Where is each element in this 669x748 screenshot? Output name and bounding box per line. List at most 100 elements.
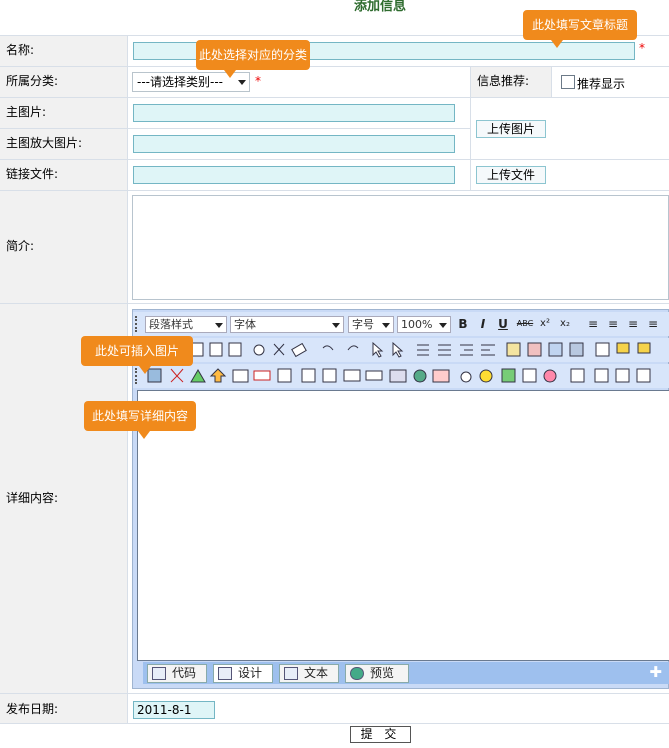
- subscript-icon[interactable]: x₂: [557, 316, 573, 332]
- name-label: 名称:: [6, 43, 35, 57]
- select-icon: [392, 341, 404, 358]
- tab-code-label: 代码: [172, 666, 197, 680]
- undo-icon: [322, 345, 334, 351]
- globe-icon: [350, 667, 364, 680]
- insert-textbox-icon: [253, 370, 271, 381]
- tooltip-arrow-icon: [138, 431, 150, 439]
- find-icon: [253, 344, 265, 356]
- detail-label: 详细内容:: [6, 491, 59, 505]
- tab-preview-label: 预览: [370, 666, 395, 680]
- recommend-label: 信息推荐:: [477, 74, 530, 88]
- bold-icon[interactable]: B: [455, 316, 471, 332]
- divider: [127, 35, 128, 723]
- recommend-checkbox-label: 推荐显示: [577, 77, 626, 91]
- chevron-down-icon: [439, 323, 447, 328]
- insert-textarea-icon: [277, 368, 292, 383]
- category-tooltip: 此处选择对应的分类: [196, 40, 310, 78]
- remove-link-icon: [432, 369, 450, 383]
- editor-toolbar-row-2: [133, 338, 669, 362]
- insert-media-icon: [190, 369, 206, 383]
- align-left-icon[interactable]: ≡: [585, 316, 601, 332]
- image-tooltip-text: 此处可插入图片: [94, 344, 179, 358]
- superscript-icon[interactable]: x²: [537, 316, 553, 332]
- insert-link-icon: [413, 369, 427, 383]
- redo-icon: [347, 345, 359, 351]
- insert-symbol-icon: [460, 371, 472, 383]
- pointer-icon: [372, 341, 384, 358]
- category-label: 所属分类:: [6, 74, 59, 88]
- font-select[interactable]: 字体: [230, 316, 344, 333]
- background-color-icon: [548, 342, 563, 357]
- highlight-icon: [527, 342, 542, 357]
- submit-button[interactable]: 提 交: [350, 726, 411, 743]
- chevron-down-icon: [332, 323, 340, 328]
- recommend-checkbox[interactable]: [561, 75, 575, 89]
- align-right-icon[interactable]: ≡: [625, 316, 641, 332]
- insert-web-icon: [389, 369, 407, 383]
- main-image-input[interactable]: [133, 104, 455, 122]
- insert-copy-icon: [322, 368, 337, 383]
- title-tooltip-text: 此处填写文章标题: [531, 18, 628, 32]
- help-icon: [615, 368, 630, 383]
- remove-format-icon: [569, 342, 584, 357]
- upload-file-button[interactable]: 上传文件: [476, 166, 546, 184]
- detail-tooltip-text: 此处填写详细内容: [91, 409, 188, 423]
- rich-text-editor: 段落样式 字体 字号 100% B I U ABC x² x₂ ≡ ≡ ≡ ≡: [132, 309, 669, 689]
- insert-page-icon: [301, 368, 316, 383]
- editor-content-area[interactable]: [137, 390, 669, 661]
- paragraph-style-select[interactable]: 段落样式: [145, 316, 227, 333]
- upload-image-button[interactable]: 上传图片: [476, 120, 546, 138]
- detail-tooltip: 此处填写详细内容: [84, 401, 196, 439]
- editor-toolbar-row-1: 段落样式 字体 字号 100% B I U ABC x² x₂ ≡ ≡ ≡ ≡: [133, 312, 669, 336]
- required-mark: *: [639, 41, 645, 55]
- tooltip-arrow-icon: [224, 70, 236, 78]
- eraser-icon: [291, 342, 307, 358]
- publish-date-label: 发布日期:: [6, 702, 59, 716]
- strikethrough-icon[interactable]: ABC: [515, 316, 535, 332]
- insert-select-icon: [343, 369, 361, 382]
- zoom-value: 100%: [401, 318, 433, 331]
- info-icon: [636, 368, 651, 383]
- paste-text-icon: [209, 342, 223, 357]
- insert-button-icon: [365, 370, 383, 381]
- tab-text[interactable]: 文本: [279, 664, 339, 683]
- insert-excel-icon: [501, 368, 516, 383]
- editor-toolbar-row-2-icons: [190, 341, 651, 358]
- summary-textarea[interactable]: [132, 195, 669, 300]
- large-image-input[interactable]: [133, 135, 455, 153]
- title-tooltip: 此处填写文章标题: [523, 10, 637, 48]
- link-file-label: 链接文件:: [6, 167, 59, 181]
- tooltip-arrow-icon: [139, 366, 151, 374]
- insert-special-icon: [543, 369, 557, 383]
- tab-design-label: 设计: [238, 666, 263, 680]
- publish-date-input[interactable]: 2011-8-1: [133, 701, 215, 719]
- divider: [0, 723, 669, 724]
- chevron-down-icon: [238, 80, 246, 85]
- insert-date-icon: [522, 368, 537, 383]
- paste-word-icon: [228, 342, 242, 357]
- main-image-label: 主图片:: [6, 105, 47, 119]
- tab-design[interactable]: 设计: [213, 664, 273, 683]
- tab-text-label: 文本: [304, 666, 329, 680]
- table-icon: [595, 342, 610, 357]
- divider: [551, 66, 552, 97]
- font-size-select[interactable]: 字号: [348, 316, 394, 333]
- insert-form-icon: [232, 369, 249, 383]
- design-icon: [218, 667, 232, 680]
- fullscreen-icon: [594, 368, 609, 383]
- underline-icon[interactable]: U: [495, 316, 511, 332]
- text-icon: [284, 667, 298, 680]
- italic-icon[interactable]: I: [475, 316, 491, 332]
- align-center-icon[interactable]: ≡: [605, 316, 621, 332]
- layer-icon: [616, 342, 630, 354]
- link-file-input[interactable]: [133, 166, 455, 184]
- image-tooltip: 此处可插入图片: [81, 336, 193, 374]
- large-image-label: 主图放大图片:: [6, 136, 83, 150]
- editor-toolbar-row-3-icons: [147, 368, 651, 383]
- zoom-select[interactable]: 100%: [397, 316, 451, 333]
- tab-code[interactable]: 代码: [147, 664, 207, 683]
- expand-plus-icon[interactable]: ✚: [649, 664, 662, 680]
- tab-preview[interactable]: 预览: [345, 664, 409, 683]
- justify-icon[interactable]: ≡: [645, 316, 661, 332]
- paragraph-style-value: 段落样式: [149, 318, 193, 331]
